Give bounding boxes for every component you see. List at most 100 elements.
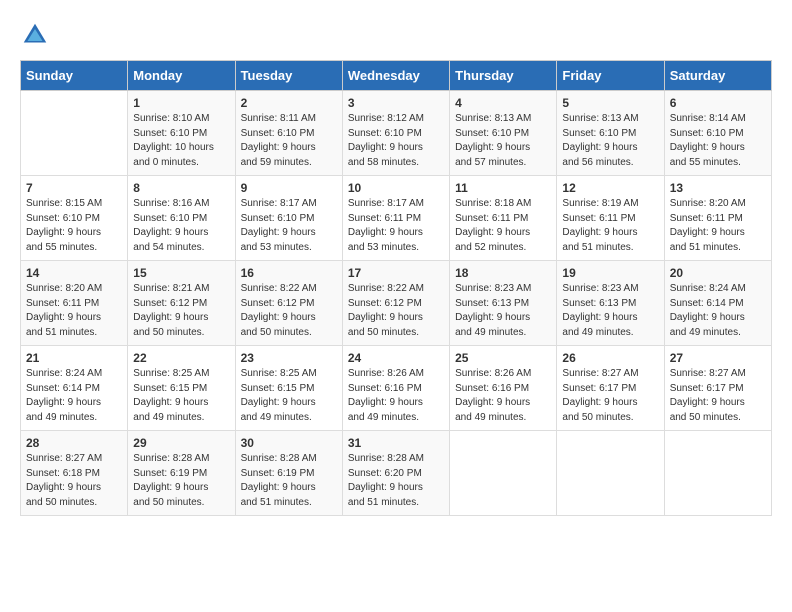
day-cell: 14 Sunrise: 8:20 AMSunset: 6:11 PMDayligh… (21, 261, 128, 346)
day-cell: 22 Sunrise: 8:25 AMSunset: 6:15 PMDayligh… (128, 346, 235, 431)
day-cell: 4 Sunrise: 8:13 AMSunset: 6:10 PMDaylight… (450, 91, 557, 176)
day-number: 12 (562, 181, 658, 195)
day-cell: 9 Sunrise: 8:17 AMSunset: 6:10 PMDaylight… (235, 176, 342, 261)
day-info: Sunrise: 8:20 AMSunset: 6:11 PMDaylight:… (670, 197, 766, 255)
day-cell: 20Sunrise: 8:24 AMSunset: 6:14 PMDayligh… (664, 261, 771, 346)
day-number: 14 (26, 266, 122, 280)
week-row-4: 21 Sunrise: 8:24 AMSunset: 6:14 PMDayligh… (21, 346, 772, 431)
day-number: 4 (455, 96, 551, 110)
day-cell: 17 Sunrise: 8:22 AMSunset: 6:12 PMDayligh… (342, 261, 449, 346)
day-info: Sunrise: 8:21 AMSunset: 6:12 PMDaylight:… (133, 282, 229, 340)
day-number: 24 (348, 351, 444, 365)
day-info: Sunrise: 8:25 AMSunset: 6:15 PMDaylight:… (241, 367, 337, 425)
day-number: 25 (455, 351, 551, 365)
day-info: Sunrise: 8:24 AMSunset: 6:14 PMDaylight:… (26, 367, 122, 425)
day-info: Sunrise: 8:18 AMSunset: 6:11 PMDaylight:… (455, 197, 551, 255)
day-number: 22 (133, 351, 229, 365)
day-number: 1 (133, 96, 229, 110)
day-cell (21, 91, 128, 176)
day-number: 29 (133, 436, 229, 450)
header-cell-saturday: Saturday (664, 61, 771, 91)
day-number: 5 (562, 96, 658, 110)
day-cell: 23 Sunrise: 8:25 AMSunset: 6:15 PMDayligh… (235, 346, 342, 431)
day-cell: 25 Sunrise: 8:26 AMSunset: 6:16 PMDayligh… (450, 346, 557, 431)
day-info: Sunrise: 8:26 AMSunset: 6:16 PMDaylight:… (455, 367, 551, 425)
day-info: Sunrise: 8:23 AMSunset: 6:13 PMDaylight:… (562, 282, 658, 340)
day-number: 16 (241, 266, 337, 280)
day-number: 19 (562, 266, 658, 280)
day-number: 21 (26, 351, 122, 365)
day-info: Sunrise: 8:26 AMSunset: 6:16 PMDaylight:… (348, 367, 444, 425)
day-info: Sunrise: 8:11 AMSunset: 6:10 PMDaylight:… (241, 112, 337, 170)
week-row-1: 1 Sunrise: 8:10 AMSunset: 6:10 PMDaylight… (21, 91, 772, 176)
day-info: Sunrise: 8:14 AMSunset: 6:10 PMDaylight:… (670, 112, 766, 170)
day-cell: 6 Sunrise: 8:14 AMSunset: 6:10 PMDaylight… (664, 91, 771, 176)
day-cell: 13 Sunrise: 8:20 AMSunset: 6:11 PMDayligh… (664, 176, 771, 261)
week-row-3: 14 Sunrise: 8:20 AMSunset: 6:11 PMDayligh… (21, 261, 772, 346)
header-cell-sunday: Sunday (21, 61, 128, 91)
day-cell: 19 Sunrise: 8:23 AMSunset: 6:13 PMDayligh… (557, 261, 664, 346)
day-info: Sunrise: 8:12 AMSunset: 6:10 PMDaylight:… (348, 112, 444, 170)
day-info: Sunrise: 8:28 AMSunset: 6:19 PMDaylight:… (241, 452, 337, 510)
day-cell: 11 Sunrise: 8:18 AMSunset: 6:11 PMDayligh… (450, 176, 557, 261)
day-number: 23 (241, 351, 337, 365)
day-cell: 15 Sunrise: 8:21 AMSunset: 6:12 PMDayligh… (128, 261, 235, 346)
day-number: 10 (348, 181, 444, 195)
day-cell: 21 Sunrise: 8:24 AMSunset: 6:14 PMDayligh… (21, 346, 128, 431)
day-number: 8 (133, 181, 229, 195)
day-cell: 12 Sunrise: 8:19 AMSunset: 6:11 PMDayligh… (557, 176, 664, 261)
day-number: 11 (455, 181, 551, 195)
day-number: 26 (562, 351, 658, 365)
day-number: 7 (26, 181, 122, 195)
day-cell: 16Sunrise: 8:22 AMSunset: 6:12 PMDayligh… (235, 261, 342, 346)
day-number: 17 (348, 266, 444, 280)
day-info: Sunrise: 8:10 AMSunset: 6:10 PMDaylight:… (133, 112, 229, 170)
logo (20, 20, 54, 50)
day-info: Sunrise: 8:27 AMSunset: 6:17 PMDaylight:… (562, 367, 658, 425)
day-cell: 30 Sunrise: 8:28 AMSunset: 6:19 PMDayligh… (235, 431, 342, 516)
day-cell: 28Sunrise: 8:27 AMSunset: 6:18 PMDayligh… (21, 431, 128, 516)
day-cell: 27 Sunrise: 8:27 AMSunset: 6:17 PMDayligh… (664, 346, 771, 431)
day-info: Sunrise: 8:13 AMSunset: 6:10 PMDaylight:… (455, 112, 551, 170)
day-cell (450, 431, 557, 516)
header-cell-monday: Monday (128, 61, 235, 91)
day-info: Sunrise: 8:17 AMSunset: 6:11 PMDaylight:… (348, 197, 444, 255)
day-number: 15 (133, 266, 229, 280)
logo-icon (20, 20, 50, 50)
day-cell: 29Sunrise: 8:28 AMSunset: 6:19 PMDayligh… (128, 431, 235, 516)
day-cell: 1 Sunrise: 8:10 AMSunset: 6:10 PMDaylight… (128, 91, 235, 176)
day-cell: 7 Sunrise: 8:15 AMSunset: 6:10 PMDaylight… (21, 176, 128, 261)
day-number: 27 (670, 351, 766, 365)
day-number: 30 (241, 436, 337, 450)
day-info: Sunrise: 8:24 AMSunset: 6:14 PMDaylight:… (670, 282, 766, 340)
day-number: 9 (241, 181, 337, 195)
day-info: Sunrise: 8:17 AMSunset: 6:10 PMDaylight:… (241, 197, 337, 255)
day-info: Sunrise: 8:19 AMSunset: 6:11 PMDaylight:… (562, 197, 658, 255)
day-number: 2 (241, 96, 337, 110)
header-cell-thursday: Thursday (450, 61, 557, 91)
day-cell: 10 Sunrise: 8:17 AMSunset: 6:11 PMDayligh… (342, 176, 449, 261)
day-info: Sunrise: 8:15 AMSunset: 6:10 PMDaylight:… (26, 197, 122, 255)
day-number: 3 (348, 96, 444, 110)
day-info: Sunrise: 8:27 AMSunset: 6:17 PMDaylight:… (670, 367, 766, 425)
day-info: Sunrise: 8:28 AMSunset: 6:20 PMDaylight:… (348, 452, 444, 510)
day-cell: 2 Sunrise: 8:11 AMSunset: 6:10 PMDaylight… (235, 91, 342, 176)
header-row: SundayMondayTuesdayWednesdayThursdayFrid… (21, 61, 772, 91)
day-cell: 26 Sunrise: 8:27 AMSunset: 6:17 PMDayligh… (557, 346, 664, 431)
header-cell-tuesday: Tuesday (235, 61, 342, 91)
day-info: Sunrise: 8:25 AMSunset: 6:15 PMDaylight:… (133, 367, 229, 425)
header-cell-wednesday: Wednesday (342, 61, 449, 91)
day-cell (664, 431, 771, 516)
day-info: Sunrise: 8:23 AMSunset: 6:13 PMDaylight:… (455, 282, 551, 340)
day-cell (557, 431, 664, 516)
day-number: 13 (670, 181, 766, 195)
day-cell: 18Sunrise: 8:23 AMSunset: 6:13 PMDayligh… (450, 261, 557, 346)
day-info: Sunrise: 8:13 AMSunset: 6:10 PMDaylight:… (562, 112, 658, 170)
day-number: 28 (26, 436, 122, 450)
day-number: 6 (670, 96, 766, 110)
week-row-5: 28Sunrise: 8:27 AMSunset: 6:18 PMDayligh… (21, 431, 772, 516)
day-cell: 31Sunrise: 8:28 AMSunset: 6:20 PMDayligh… (342, 431, 449, 516)
day-info: Sunrise: 8:20 AMSunset: 6:11 PMDaylight:… (26, 282, 122, 340)
day-info: Sunrise: 8:22 AMSunset: 6:12 PMDaylight:… (348, 282, 444, 340)
day-info: Sunrise: 8:16 AMSunset: 6:10 PMDaylight:… (133, 197, 229, 255)
